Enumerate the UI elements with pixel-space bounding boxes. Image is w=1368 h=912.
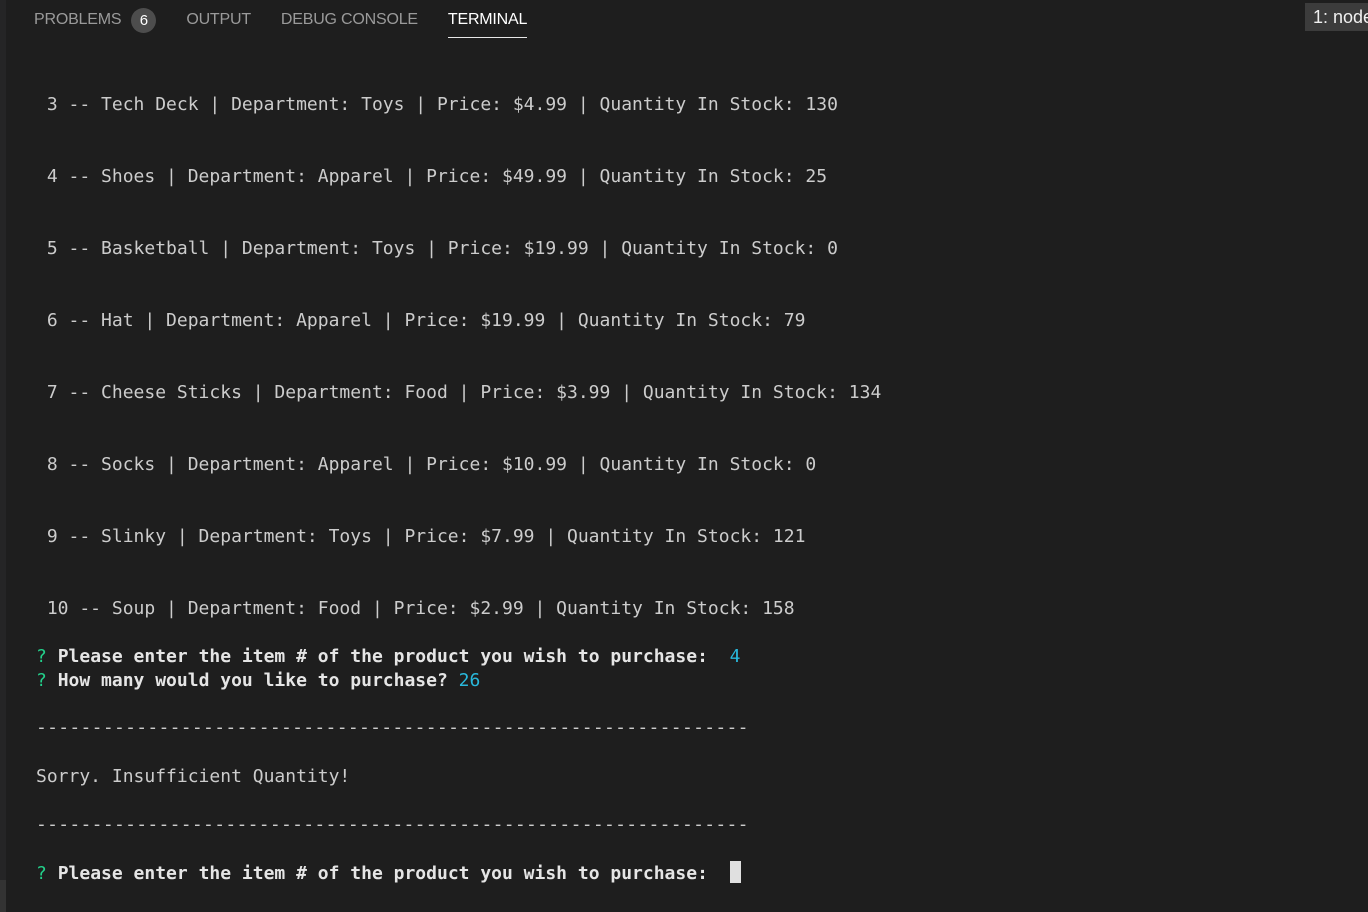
divider-line: ----------------------------------------… (36, 717, 749, 738)
panel-tab-bar: PROBLEMS 6 OUTPUT DEBUG CONSOLE TERMINAL (34, 0, 557, 40)
terminal-panel: PROBLEMS 6 OUTPUT DEBUG CONSOLE TERMINAL… (0, 0, 1368, 912)
tab-output-label: OUTPUT (186, 11, 251, 28)
product-line: 3 -- Tech Deck | Department: Toys | Pric… (36, 94, 838, 115)
prompt-text: Please enter the item # of the product y… (57, 863, 708, 884)
prompt-answer: 4 (729, 646, 741, 667)
product-line: 9 -- Slinky | Department: Toys | Price: … (36, 526, 806, 547)
prompt-answer: 26 (458, 670, 481, 691)
product-line: 10 -- Soup | Department: Food | Price: $… (36, 598, 795, 619)
prompt-question-mark: ? (36, 670, 47, 691)
prompt-item-number-current: ? Please enter the item # of the product… (36, 861, 741, 885)
prompt-question-mark: ? (36, 646, 47, 667)
tab-debug-console-label: DEBUG CONSOLE (280, 11, 418, 28)
prompt-text: Please enter the item # of the product y… (57, 646, 719, 667)
product-line: 4 -- Shoes | Department: Apparel | Price… (36, 166, 828, 187)
left-edge-bottom (0, 880, 6, 912)
prompt-question-mark: ? (36, 863, 47, 884)
text-cursor[interactable] (729, 861, 741, 883)
product-line: 6 -- Hat | Department: Apparel | Price: … (36, 310, 806, 331)
tab-debug-console[interactable]: DEBUG CONSOLE (281, 2, 418, 38)
tab-terminal-label: TERMINAL (447, 11, 528, 28)
tab-terminal[interactable]: TERMINAL (447, 2, 528, 38)
product-line: 5 -- Basketball | Department: Toys | Pri… (36, 238, 838, 259)
prompt-text: How many would you like to purchase? (57, 670, 448, 691)
terminal-instance-select[interactable]: 1: node (1305, 3, 1368, 31)
prompt-item-number: ? Please enter the item # of the product… (36, 645, 740, 669)
divider-line: ----------------------------------------… (36, 814, 749, 835)
left-edge (0, 0, 6, 912)
product-line: 7 -- Cheese Sticks | Department: Food | … (36, 382, 882, 403)
problems-count-badge: 6 (131, 7, 157, 33)
terminal-output[interactable]: 3 -- Tech Deck | Department: Toys | Pric… (36, 0, 881, 884)
tab-output[interactable]: OUTPUT (186, 2, 251, 38)
prompt-quantity: ? How many would you like to purchase? 2… (36, 669, 480, 693)
error-message: Sorry. Insufficient Quantity! (36, 766, 351, 787)
product-line: 8 -- Socks | Department: Apparel | Price… (36, 454, 817, 475)
